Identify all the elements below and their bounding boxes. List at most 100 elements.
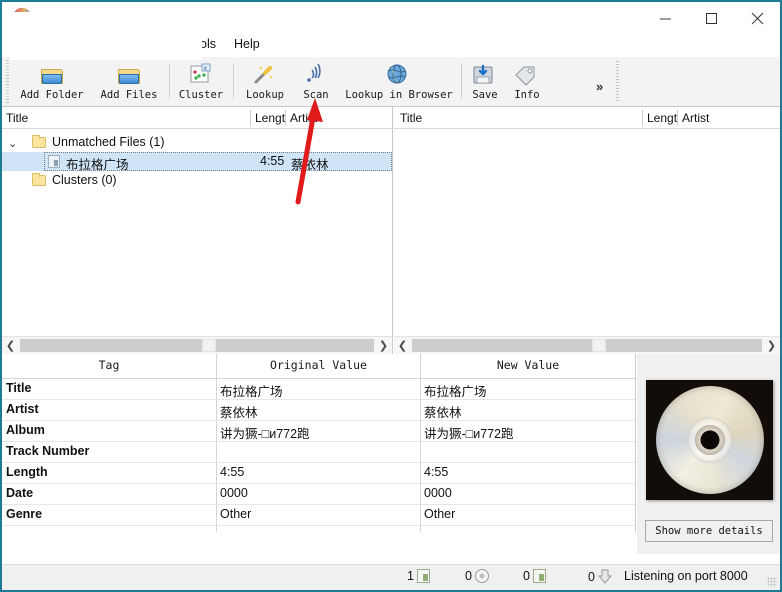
column-divider-2[interactable] <box>285 110 286 126</box>
status-counter-albums: 0 <box>465 569 489 583</box>
white-occlusion-overlay <box>10 12 202 60</box>
tag-table-header-tag[interactable]: Tag <box>2 358 216 372</box>
status-count-value: 0 <box>523 569 530 583</box>
tag-name: Track Number <box>6 444 90 458</box>
right-pane-horizontal-scrollbar[interactable]: ❮ ❯ <box>394 336 780 355</box>
toolbar-separator-4 <box>616 61 619 103</box>
left-tree: ⌄ Unmatched Files (1) 布拉格广场 4:55 蔡依林 Clu… <box>2 129 392 332</box>
column-header-length[interactable]: Lengt <box>647 111 677 125</box>
tag-name: Title <box>6 381 32 395</box>
tag-table-header-original[interactable]: Original Value <box>217 358 420 372</box>
tag-new: 讲为獗-□и772跑 <box>424 427 514 441</box>
scroll-track[interactable] <box>20 339 374 352</box>
tag-new: 0000 <box>424 486 452 500</box>
scroll-thumb[interactable] <box>592 339 606 352</box>
close-button[interactable] <box>734 2 780 34</box>
tag-new: 4:55 <box>424 465 449 479</box>
status-count-value: 0 <box>465 569 472 583</box>
tag-row-artist[interactable]: Artist 蔡依林 蔡依林 <box>2 400 635 421</box>
globe-icon <box>384 63 414 89</box>
status-counter-pending-files: 0 <box>523 569 546 583</box>
menu-item-help[interactable]: Help <box>234 37 260 51</box>
toolbar-label-lookup: Lookup <box>246 89 284 101</box>
toolbar-button-info[interactable]: Info <box>506 58 548 104</box>
toolbar-label-add-files: Add Files <box>100 89 158 101</box>
toolbar-button-lookup[interactable]: Lookup <box>236 58 294 104</box>
status-message: Listening on port 8000 <box>624 569 748 583</box>
toolbar-label-save: Save <box>472 89 498 101</box>
tag-new: 布拉格广场 <box>424 385 487 399</box>
column-divider-2[interactable] <box>677 110 678 126</box>
cover-art-panel: Show more details <box>637 354 780 554</box>
toolbar-button-add-folder[interactable]: Add Folder <box>12 58 92 104</box>
cd-cover-art[interactable] <box>646 380 773 500</box>
scroll-left-arrow-icon[interactable]: ❮ <box>2 336 19 355</box>
toolbar-label-cluster: Cluster <box>178 89 224 101</box>
folder-icon <box>32 135 46 148</box>
scroll-right-arrow-icon[interactable]: ❯ <box>763 336 780 355</box>
tag-original: 布拉格广场 <box>220 385 283 399</box>
toolbar-button-add-files[interactable]: Add Files <box>92 58 166 104</box>
cd-icon <box>474 569 489 583</box>
download-arrow-icon <box>597 569 613 584</box>
tag-row-genre[interactable]: Genre Other Other <box>2 505 635 526</box>
toolbar-button-lookup-in-browser[interactable]: Lookup in Browser <box>338 58 460 104</box>
left-pane-horizontal-scrollbar[interactable]: ❮ ❯ <box>2 336 392 355</box>
tag-row-title[interactable]: Title 布拉格广场 布拉格广场 <box>2 379 635 400</box>
tree-row-clusters[interactable]: Clusters (0) <box>2 171 392 190</box>
toolbar-button-save[interactable]: Save <box>464 58 506 104</box>
toolbar-grip[interactable] <box>6 60 9 104</box>
status-bar: 1 0 0 0 Listening on port 8000 <box>2 564 780 590</box>
chevron-down-icon[interactable]: ⌄ <box>8 137 20 150</box>
main-toolbar: Add Folder Add Files x Cluster Lookup Sc… <box>2 57 780 145</box>
right-file-pane: Title Lengt Artist ❮ ❯ <box>394 107 780 355</box>
tree-row-track[interactable]: 布拉格广场 4:55 蔡依林 <box>2 152 392 172</box>
column-header-title[interactable]: Title <box>6 111 28 125</box>
tag-table-header-new[interactable]: New Value <box>421 358 635 372</box>
column-header-artist[interactable]: Artist <box>290 111 317 125</box>
close-icon <box>751 12 763 24</box>
column-header-length[interactable]: Lengt <box>255 111 285 125</box>
column-divider-1[interactable] <box>250 110 251 126</box>
tag-original: Other <box>220 507 252 521</box>
tag-row-date[interactable]: Date 0000 0000 <box>2 484 635 505</box>
tree-row-unmatched-files[interactable]: ⌄ Unmatched Files (1) <box>2 133 392 152</box>
tag-row-length[interactable]: Length 4:55 4:55 <box>2 463 635 484</box>
toolbar-label-info: Info <box>514 89 540 101</box>
toolbar-label-scan: Scan <box>303 89 329 101</box>
scroll-left-arrow-icon[interactable]: ❮ <box>394 336 411 355</box>
toolbar-label-add-folder: Add Folder <box>20 89 84 101</box>
column-header-title[interactable]: Title <box>400 111 422 125</box>
scroll-track[interactable] <box>412 339 762 352</box>
scroll-right-arrow-icon[interactable]: ❯ <box>375 336 392 355</box>
folder-icon <box>32 173 46 186</box>
toolbar-overflow-button[interactable]: » <box>596 79 603 94</box>
maximize-icon <box>705 12 717 24</box>
toolbar-label-lookup-in-browser: Lookup in Browser <box>345 89 453 101</box>
menu-item-tools[interactable]: ols <box>200 37 216 51</box>
folder-icon <box>37 63 67 89</box>
show-more-details-button[interactable]: Show more details <box>645 520 773 542</box>
status-counter-downloads: 0 <box>588 569 613 584</box>
minimize-button[interactable] <box>642 2 688 34</box>
tag-table: Tag Original Value New Value Title 布拉格广场… <box>2 354 636 532</box>
tree-label-unmatched-files: Unmatched Files (1) <box>52 135 165 149</box>
minimize-icon <box>659 18 671 19</box>
column-header-artist[interactable]: Artist <box>682 111 709 125</box>
scroll-thumb[interactable] <box>202 339 216 352</box>
tag-row-album[interactable]: Album 讲为獗-□и772跑 讲为獗-□и772跑 <box>2 421 635 442</box>
toolbar-button-scan[interactable]: Scan <box>294 58 338 104</box>
resize-grip[interactable] <box>767 577 777 587</box>
maximize-button[interactable] <box>688 2 734 34</box>
cluster-icon: x <box>186 63 216 89</box>
column-divider-1[interactable] <box>642 110 643 126</box>
paper-tagger-window: · · · · ols Help Add Folder <box>0 0 782 592</box>
left-pane-column-headers: Title Lengt Artist <box>2 107 392 129</box>
tag-comparison-area: Tag Original Value New Value Title 布拉格广场… <box>2 354 780 554</box>
tag-row-track-number[interactable]: Track Number <box>2 442 635 463</box>
right-tree[interactable] <box>394 129 780 332</box>
magic-wand-icon <box>250 63 280 89</box>
toolbar-separator-3 <box>461 63 462 99</box>
toolbar-button-cluster[interactable]: x Cluster <box>172 58 230 104</box>
save-icon <box>470 63 500 89</box>
